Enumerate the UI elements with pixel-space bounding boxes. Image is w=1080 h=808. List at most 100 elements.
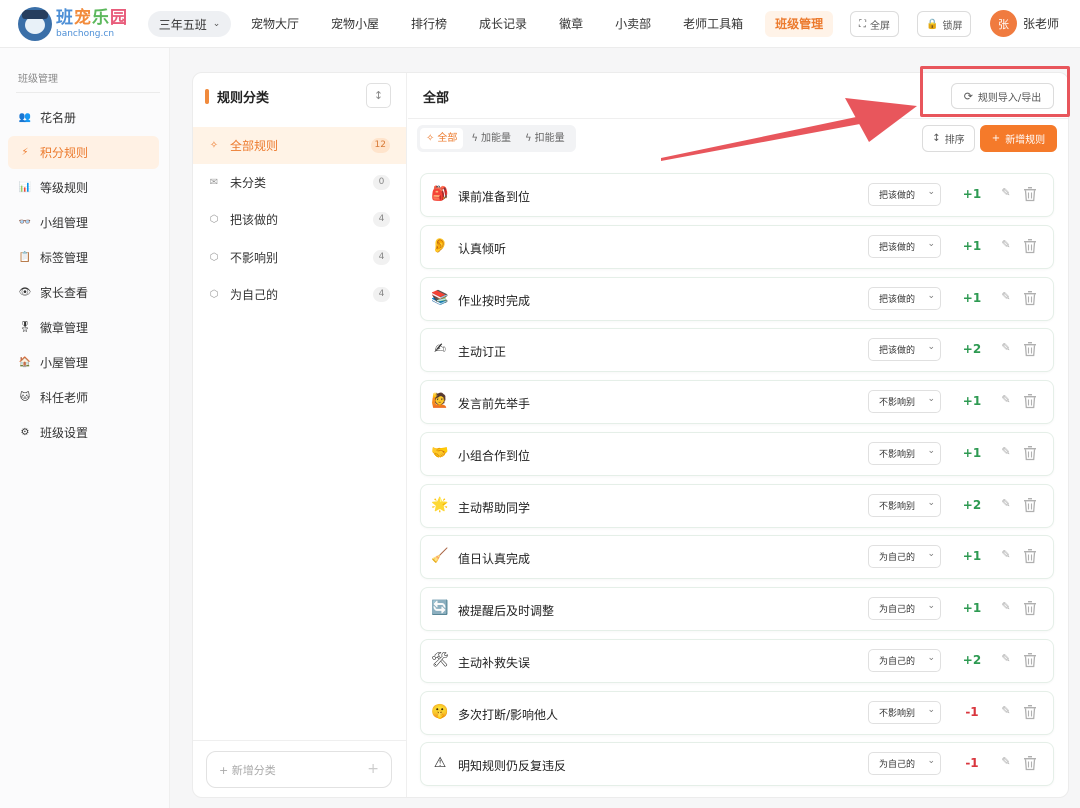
- trash-icon[interactable]: [1023, 341, 1039, 359]
- rule-category-select[interactable]: 为自己的 ⌄: [868, 597, 941, 620]
- bolt-icon: ϟ: [525, 133, 532, 144]
- rule-row[interactable]: 🎒 课前准备到位 把该做的 ⌄ +1 ✎: [420, 173, 1054, 217]
- rule-category-select[interactable]: 不影响别 ⌄: [868, 442, 941, 465]
- chevron-down-icon: ⌄: [927, 756, 935, 766]
- rule-category-select[interactable]: 为自己的 ⌄: [868, 649, 941, 672]
- class-selector[interactable]: 三年五班 ⌄: [148, 11, 231, 37]
- trash-icon[interactable]: [1023, 600, 1039, 618]
- rule-row[interactable]: ✍ 主动订正 把该做的 ⌄ +2 ✎: [420, 328, 1054, 372]
- avatar[interactable]: 张: [990, 10, 1017, 37]
- sidebar-item-level-rules[interactable]: 📊 等级规则: [8, 171, 159, 204]
- sidebar-item-house-management[interactable]: 🏠 小屋管理: [8, 346, 159, 379]
- category-panel: 规则分类 ↕ ✧ 全部规则 12 ✉ 未分类 0 ⬡ 把该做的 4 ⬡ 不影响别 4 ⬡ 为自己的 4 + …: [193, 73, 407, 797]
- trash-icon[interactable]: [1023, 704, 1039, 722]
- rule-category-select[interactable]: 不影响别 ⌄: [868, 701, 941, 724]
- rule-category-select[interactable]: 把该做的 ⌄: [868, 183, 941, 206]
- rule-row[interactable]: 🤫 多次打断/影响他人 不影响别 ⌄ -1 ✎: [420, 691, 1054, 735]
- rule-category-select[interactable]: 为自己的 ⌄: [868, 545, 941, 568]
- trash-icon[interactable]: [1023, 497, 1039, 515]
- app-logo[interactable]: 班宠乐园 banchong.cn: [18, 6, 136, 42]
- category-item[interactable]: ⬡ 不影响别 4: [193, 239, 406, 276]
- nav-item-pet-house[interactable]: 宠物小屋: [321, 11, 389, 37]
- rule-score: +2: [962, 498, 982, 512]
- sidebar-item-tag-management[interactable]: 📋 标签管理: [8, 241, 159, 274]
- nav-item-leaderboard[interactable]: 排行榜: [401, 11, 457, 37]
- edit-icon[interactable]: ✎: [998, 497, 1014, 515]
- rule-name: 值日认真完成: [458, 552, 531, 566]
- add-category-button[interactable]: + 新增分类 +: [206, 751, 392, 788]
- edit-icon[interactable]: ✎: [998, 445, 1014, 463]
- trash-icon[interactable]: [1023, 652, 1039, 670]
- rule-category-select[interactable]: 不影响别 ⌄: [868, 494, 941, 517]
- trash-icon[interactable]: [1023, 238, 1039, 256]
- nav-item-teacher-toolbox[interactable]: 老师工具箱: [673, 11, 753, 37]
- sidebar-item-parent-view[interactable]: 👁 家长查看: [8, 276, 159, 309]
- sort-button[interactable]: ↕ 排序: [922, 125, 975, 152]
- trash-icon[interactable]: [1023, 548, 1039, 566]
- rule-row[interactable]: 📚 作业按时完成 把该做的 ⌄ +1 ✎: [420, 277, 1054, 321]
- rule-name: 主动帮助同学: [458, 501, 531, 515]
- nav-item-growth-record[interactable]: 成长记录: [469, 11, 537, 37]
- rule-row[interactable]: 🔄 被提醒后及时调整 为自己的 ⌄ +1 ✎: [420, 587, 1054, 631]
- lock-screen-button[interactable]: 🔒 锁屏: [917, 11, 972, 37]
- sidebar-item-class-settings[interactable]: ⚙ 班级设置: [8, 416, 159, 449]
- edit-icon[interactable]: ✎: [998, 186, 1014, 204]
- sidebar-item-points-rules[interactable]: ⚡ 积分规则: [8, 136, 159, 169]
- sidebar-item-roster[interactable]: 👥 花名册: [8, 101, 159, 134]
- rule-category-select[interactable]: 不影响别 ⌄: [868, 390, 941, 413]
- edit-icon[interactable]: ✎: [998, 755, 1014, 773]
- rule-name: 课前准备到位: [458, 190, 531, 204]
- rule-score: +1: [962, 291, 982, 305]
- edit-icon[interactable]: ✎: [998, 652, 1014, 670]
- sidebar-item-badge-management[interactable]: 🎖 徽章管理: [8, 311, 159, 344]
- category-item[interactable]: ✧ 全部规则 12: [193, 127, 406, 164]
- edit-icon[interactable]: ✎: [998, 704, 1014, 722]
- edit-icon[interactable]: ✎: [998, 341, 1014, 359]
- trash-icon[interactable]: [1023, 393, 1039, 411]
- rule-name: 主动补救失误: [458, 656, 531, 670]
- sidebar-item-group-management[interactable]: 👓 小组管理: [8, 206, 159, 239]
- edit-icon[interactable]: ✎: [998, 600, 1014, 618]
- rule-row[interactable]: 👂 认真倾听 把该做的 ⌄ +1 ✎: [420, 225, 1054, 269]
- sort-icon: ↕: [373, 89, 384, 102]
- nav-item-class-management[interactable]: 班级管理: [765, 11, 834, 37]
- add-rule-button[interactable]: + 新增规则: [980, 125, 1057, 152]
- chevron-down-icon: ⌄: [212, 19, 221, 29]
- rule-row[interactable]: 🙋 发言前先举手 不影响别 ⌄ +1 ✎: [420, 380, 1054, 424]
- import-export-button[interactable]: ⟳ 规则导入/导出: [951, 83, 1054, 109]
- trash-icon[interactable]: [1023, 755, 1039, 773]
- rule-row[interactable]: 🧹 值日认真完成 为自己的 ⌄ +1 ✎: [420, 535, 1054, 579]
- nav-item-pet-hall[interactable]: 宠物大厅: [241, 11, 309, 37]
- rule-category-select[interactable]: 把该做的 ⌄: [868, 235, 941, 258]
- trash-icon[interactable]: [1023, 186, 1039, 204]
- edit-icon[interactable]: ✎: [998, 238, 1014, 256]
- tab-deduct-energy[interactable]: ϟ 扣能量: [519, 128, 571, 149]
- edit-icon[interactable]: ✎: [998, 393, 1014, 411]
- category-item[interactable]: ⬡ 为自己的 4: [193, 276, 406, 313]
- rule-row[interactable]: ⚠ 明知规则仍反复违反 为自己的 ⌄ -1 ✎: [420, 742, 1054, 786]
- category-item[interactable]: ⬡ 把该做的 4: [193, 201, 406, 238]
- rule-row[interactable]: 🌟 主动帮助同学 不影响别 ⌄ +2 ✎: [420, 484, 1054, 528]
- rule-row[interactable]: 🛠 主动补救失误 为自己的 ⌄ +2 ✎: [420, 639, 1054, 683]
- category-sort-button[interactable]: ↕: [366, 83, 391, 108]
- rule-category-select[interactable]: 把该做的 ⌄: [868, 287, 941, 310]
- tab-all[interactable]: ✧ 全部: [420, 128, 464, 149]
- rule-row[interactable]: 🤝 小组合作到位 不影响别 ⌄ +1 ✎: [420, 432, 1054, 476]
- edit-icon[interactable]: ✎: [998, 548, 1014, 566]
- filter-tabs: ✧ 全部 ϟ 加能量 ϟ 扣能量: [417, 125, 576, 152]
- rule-category-select[interactable]: 为自己的 ⌄: [868, 752, 941, 775]
- nav-item-badges[interactable]: 徽章: [549, 11, 593, 37]
- main-nav: 宠物大厅 宠物小屋 排行榜 成长记录 徽章 小卖部 老师工具箱 班级管理: [241, 0, 845, 48]
- class-settings-icon: ⚙: [20, 427, 30, 438]
- trash-icon[interactable]: [1023, 445, 1039, 463]
- fullscreen-button[interactable]: ⛶ 全屏: [850, 11, 899, 37]
- trash-icon[interactable]: [1023, 290, 1039, 308]
- tab-add-energy[interactable]: ϟ 加能量: [465, 128, 517, 149]
- rule-category-select[interactable]: 把该做的 ⌄: [868, 338, 941, 361]
- sidebar-item-subject-teachers[interactable]: 🐱 科任老师: [8, 381, 159, 414]
- edit-icon[interactable]: ✎: [998, 290, 1014, 308]
- category-item[interactable]: ✉ 未分类 0: [193, 164, 406, 201]
- nav-item-shop[interactable]: 小卖部: [605, 11, 661, 37]
- user-name[interactable]: 张老师: [1023, 15, 1059, 32]
- sidebar-item-label: 花名册: [40, 111, 77, 125]
